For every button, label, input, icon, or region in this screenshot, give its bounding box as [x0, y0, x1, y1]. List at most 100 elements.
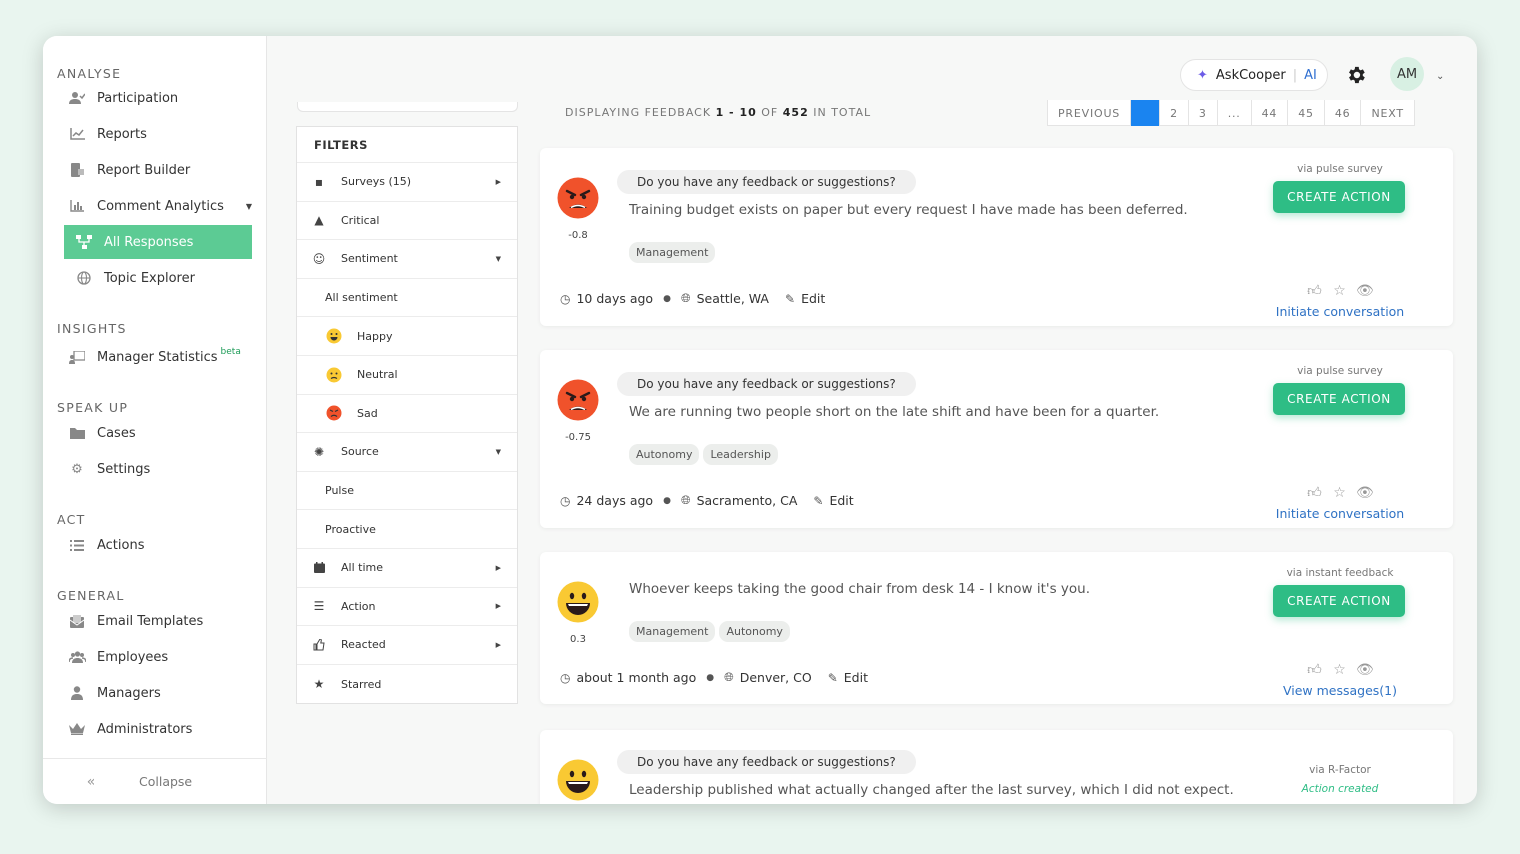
- edit-icon[interactable]: ✎: [813, 494, 823, 508]
- tag[interactable]: Management: [629, 242, 716, 263]
- location: Sacramento, CA: [696, 493, 798, 508]
- filter-surveys[interactable]: ▪ Surveys (15) ▶: [297, 163, 517, 202]
- filter-action[interactable]: ☰ Action ▶: [297, 588, 517, 627]
- page-button[interactable]: 2: [1160, 100, 1189, 126]
- star-outline-icon[interactable]: ☆: [1331, 282, 1348, 299]
- edit-link[interactable]: Edit: [844, 670, 868, 685]
- view-messages-link[interactable]: View messages(1): [1260, 683, 1420, 698]
- happy-face-icon: [297, 328, 357, 344]
- sidebar-item-actions[interactable]: Actions: [57, 528, 252, 562]
- sidebar-item-employees[interactable]: Employees: [57, 640, 252, 674]
- filter-label: All sentiment: [325, 291, 398, 305]
- collapse-button[interactable]: « Collapse: [43, 758, 267, 804]
- filter-proactive[interactable]: Proactive: [297, 510, 517, 549]
- filter-all-sentiment[interactable]: All sentiment: [297, 279, 517, 318]
- eye-icon[interactable]: 👁︎: [1356, 661, 1374, 678]
- create-action-button[interactable]: CREATE ACTION: [1273, 383, 1405, 415]
- askcooper-button[interactable]: ✦ AskCooper | AI: [1180, 59, 1328, 91]
- eye-icon[interactable]: 👁︎: [1356, 484, 1374, 501]
- next-page-button[interactable]: NEXT: [1361, 100, 1413, 126]
- source-label: via R-Factor: [1309, 764, 1371, 776]
- feedback-count: DISPLAYING FEEDBACK 1 - 10 OF 452 IN TOT…: [565, 106, 871, 119]
- gear-icon: ⚙: [71, 461, 83, 477]
- sidebar-item-comment-analytics[interactable]: Comment Analytics ▼: [57, 189, 252, 223]
- create-action-button[interactable]: CREATE ACTION: [1273, 585, 1405, 617]
- page-button-current[interactable]: 1: [1131, 100, 1161, 126]
- sidebar-item-all-responses[interactable]: All Responses: [64, 225, 252, 259]
- app-window: ANALYSE Participation Reports Report Bui…: [43, 36, 1477, 804]
- sidebar-item-report-builder[interactable]: Report Builder: [57, 153, 252, 187]
- collapse-label: Collapse: [139, 774, 193, 789]
- thumbs-up-icon[interactable]: 👍︎: [1306, 661, 1323, 678]
- thumbs-up-icon[interactable]: 👍︎: [1306, 484, 1323, 501]
- page-button[interactable]: 44: [1252, 100, 1289, 126]
- star-outline-icon[interactable]: ☆: [1331, 661, 1348, 678]
- sentiment-score: -0.75: [565, 432, 591, 443]
- globe-icon: 🌐︎: [680, 493, 691, 507]
- source-label: via pulse survey: [1297, 365, 1383, 377]
- star-outline-icon[interactable]: ☆: [1331, 484, 1348, 501]
- caret-right-icon: ▶: [495, 640, 501, 649]
- edit-link[interactable]: Edit: [801, 291, 825, 306]
- angry-face-icon: [297, 405, 357, 421]
- sidebar-item-managers[interactable]: Managers: [57, 676, 252, 710]
- filter-starred[interactable]: ★ Starred: [297, 665, 517, 704]
- tag[interactable]: Autonomy: [719, 621, 790, 642]
- feedback-card: -0.8 Do you have any feedback or suggest…: [540, 148, 1453, 326]
- page-button[interactable]: 3: [1189, 100, 1218, 126]
- caret-right-icon: ▶: [495, 602, 501, 611]
- settings-gear-icon[interactable]: [1345, 64, 1367, 86]
- filter-critical[interactable]: ▲ Critical: [297, 202, 517, 241]
- filter-sentiment[interactable]: ☺ Sentiment ▼: [297, 240, 517, 279]
- page-button[interactable]: 46: [1325, 100, 1362, 126]
- sidebar-item-cases[interactable]: Cases: [57, 416, 252, 450]
- tag[interactable]: Autonomy: [629, 444, 700, 465]
- folder-icon: [57, 427, 97, 439]
- user-check-icon: [57, 91, 97, 105]
- filter-pulse[interactable]: Pulse: [297, 472, 517, 511]
- chevron-down-icon[interactable]: ⌄: [1436, 71, 1444, 82]
- sidebar-item-email-templates[interactable]: Email Templates: [57, 604, 252, 638]
- sidebar-item-administrators[interactable]: Administrators: [57, 712, 252, 746]
- reaction-icons: 👍︎ ☆ 👁︎: [1306, 661, 1374, 678]
- count-suffix: IN TOTAL: [813, 106, 872, 119]
- initiate-conversation-link[interactable]: Initiate conversation: [1260, 304, 1420, 319]
- create-action-button[interactable]: CREATE ACTION: [1273, 181, 1405, 213]
- sidebar-item-settings[interactable]: ⚙ Settings: [57, 452, 252, 486]
- filter-source[interactable]: ✺ Source ▼: [297, 433, 517, 472]
- edit-icon[interactable]: ✎: [785, 292, 795, 306]
- feedback-text: Training budget exists on paper but ever…: [629, 202, 1188, 218]
- page-button[interactable]: 45: [1288, 100, 1325, 126]
- source-label: via instant feedback: [1286, 567, 1394, 579]
- filter-sad[interactable]: Sad: [297, 395, 517, 434]
- edit-icon[interactable]: ✎: [828, 671, 838, 685]
- tag[interactable]: Management: [629, 621, 716, 642]
- filter-reacted[interactable]: Reacted ▶: [297, 626, 517, 665]
- tag[interactable]: Leadership: [703, 444, 778, 465]
- presentation-icon: [57, 350, 97, 364]
- filter-happy[interactable]: Happy: [297, 317, 517, 356]
- avatar[interactable]: AM: [1390, 57, 1424, 91]
- sidebar-item-topic-explorer[interactable]: Topic Explorer: [64, 261, 259, 295]
- sidebar-item-participation[interactable]: Participation: [57, 81, 252, 115]
- filter-neutral[interactable]: Neutral: [297, 356, 517, 395]
- sidebar-item-label: Employees: [97, 649, 169, 665]
- sidebar-item-label: Report Builder: [97, 162, 191, 178]
- sentiment-score: -0.8: [568, 230, 588, 241]
- bar-chart-icon: [57, 200, 97, 212]
- sidebar-item-manager-statistics[interactable]: Manager Statistics beta: [57, 340, 252, 374]
- sidebar-item-reports[interactable]: Reports: [57, 117, 252, 151]
- edit-link[interactable]: Edit: [829, 493, 853, 508]
- star-icon: ★: [313, 677, 325, 692]
- caret-down-icon: ▼: [495, 254, 501, 263]
- sidebar-item-label: Cases: [97, 425, 136, 441]
- user-tie-icon: [57, 686, 97, 700]
- initiate-conversation-link[interactable]: Initiate conversation: [1260, 506, 1420, 521]
- filter-all-time[interactable]: All time ▶: [297, 549, 517, 588]
- previous-page-button[interactable]: PREVIOUS: [1048, 100, 1132, 126]
- feedback-text: Leadership published what actually chang…: [629, 782, 1234, 798]
- smile-icon: ☺: [312, 251, 326, 266]
- eye-icon[interactable]: 👁︎: [1356, 282, 1374, 299]
- thumbs-up-icon[interactable]: 👍︎: [1306, 282, 1323, 299]
- line-chart-icon: [57, 128, 97, 140]
